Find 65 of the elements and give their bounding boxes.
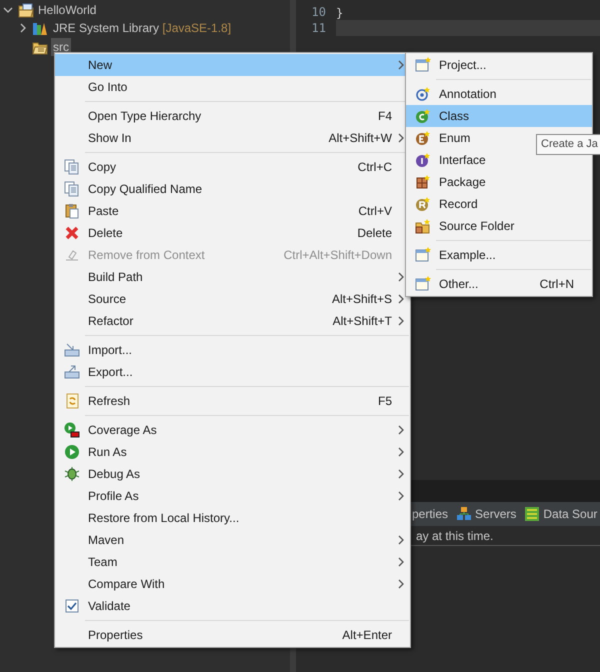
menu-item[interactable]: Run As — [55, 441, 410, 463]
new-window-icon — [414, 276, 430, 292]
menu-item[interactable]: Export... — [55, 361, 410, 383]
menu-item[interactable]: Compare With — [55, 573, 410, 595]
menu-item[interactable]: Debug As — [55, 463, 410, 485]
folder-icon — [414, 218, 430, 234]
code-line: } — [336, 5, 344, 20]
bug-icon — [64, 466, 80, 482]
menu-item[interactable]: Refactor Alt+Shift+T — [55, 310, 410, 332]
copy-icon — [64, 181, 80, 197]
new-window-icon — [414, 247, 430, 263]
tree-item[interactable]: HelloWorld — [0, 1, 98, 18]
copy-icon — [64, 159, 80, 175]
menu-item[interactable]: Record — [406, 193, 592, 215]
shortcut-label: Ctrl+V — [358, 203, 392, 220]
tooltip: Create a Ja — [536, 134, 600, 155]
menu-item[interactable]: Refresh F5 — [55, 390, 410, 412]
menu-item[interactable]: Package — [406, 171, 592, 193]
menu-item[interactable]: Class — [406, 105, 592, 127]
checkbox-icon — [64, 598, 80, 614]
line-number: 11 — [310, 20, 327, 37]
export-icon — [64, 364, 80, 380]
new-window-icon — [414, 57, 430, 73]
menu-item[interactable]: Coverage As — [55, 419, 410, 441]
menu-item[interactable]: Profile As — [55, 485, 410, 507]
clipboard-icon — [64, 203, 80, 219]
menu-item[interactable]: Import... — [55, 339, 410, 361]
play-icon — [64, 444, 80, 460]
menu-item[interactable]: Example... — [406, 244, 592, 266]
shortcut-label: Ctrl+C — [358, 159, 392, 176]
shortcut-label: Alt+Shift+S — [332, 291, 392, 308]
tree-item[interactable]: JRE System Library [JavaSE-1.8] — [51, 18, 234, 36]
shortcut-label: F4 — [378, 108, 392, 125]
enum-icon — [414, 130, 430, 146]
package-icon — [414, 174, 430, 190]
shortcut-label: Ctrl+N — [540, 276, 574, 293]
servers-icon — [456, 506, 472, 522]
import-icon — [64, 342, 80, 358]
menu-item[interactable]: Maven — [55, 529, 410, 551]
coverage-icon — [64, 422, 80, 438]
shortcut-label: Alt+Shift+T — [332, 313, 392, 330]
project-folder-icon — [18, 2, 34, 18]
shortcut-label: Alt+Enter — [342, 627, 392, 644]
menu-item[interactable]: Annotation — [406, 83, 592, 105]
menu-item[interactable]: Properties Alt+Enter — [55, 624, 410, 646]
data-source-icon — [524, 506, 540, 522]
interface-icon — [414, 152, 430, 168]
menu-item[interactable]: Restore from Local History... — [55, 507, 410, 529]
shortcut-label: Delete — [357, 225, 392, 242]
class-icon — [414, 108, 430, 124]
shortcut-label: Alt+Shift+W — [328, 130, 392, 147]
menu-item[interactable]: Team — [55, 551, 410, 573]
menu-item[interactable]: Source Folder — [406, 215, 592, 237]
panel-tab[interactable]: perties — [412, 505, 448, 523]
shortcut-label: F5 — [378, 393, 392, 410]
status-message: ay at this time. — [416, 528, 494, 544]
at-sign-icon — [414, 86, 430, 102]
panel-tab[interactable]: Data Sour — [524, 505, 598, 523]
close-icon — [64, 225, 80, 241]
record-icon — [414, 196, 430, 212]
panel-tab[interactable]: Servers — [456, 505, 516, 523]
refresh-icon — [64, 393, 80, 409]
shortcut-label: Ctrl+Alt+Shift+Down — [284, 247, 392, 264]
menu-item[interactable]: Validate — [55, 595, 410, 617]
line-number: 10 — [310, 4, 327, 21]
